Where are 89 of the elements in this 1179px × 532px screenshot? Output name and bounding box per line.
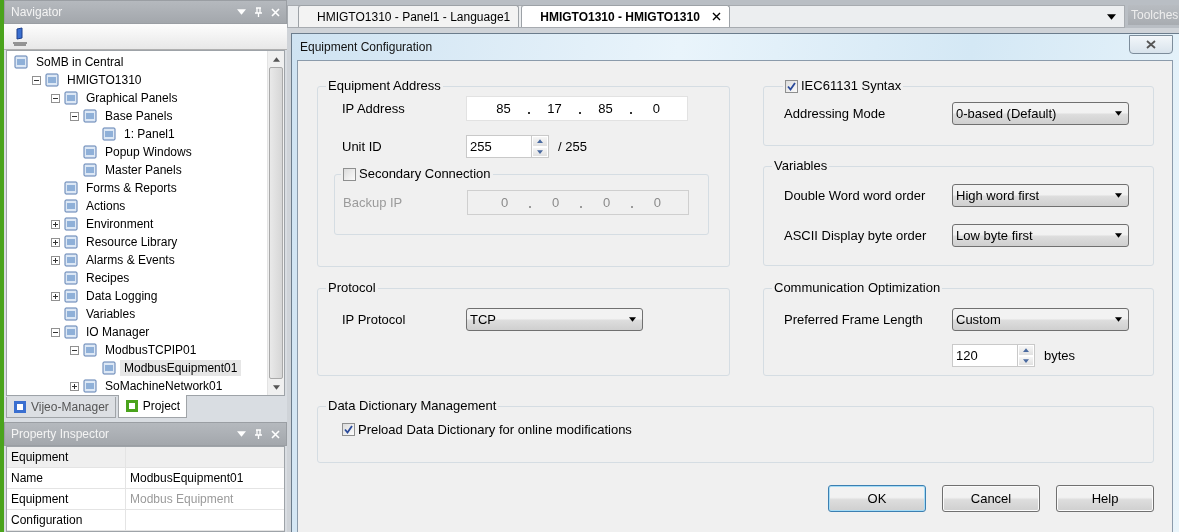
- field-label: IP Protocol: [342, 312, 407, 327]
- tree-item[interactable]: Recipes: [82, 270, 134, 286]
- dropdown[interactable]: High word first: [952, 184, 1129, 207]
- collapse-toggle[interactable]: [51, 327, 60, 337]
- group-title: Protocol: [328, 280, 376, 296]
- category-cell: Equipment: [7, 447, 126, 467]
- tree-item[interactable]: Base Panels: [101, 108, 177, 124]
- tree-item[interactable]: Resource Library: [82, 234, 182, 250]
- tree-item[interactable]: Forms & Reports: [82, 180, 181, 196]
- tree-item[interactable]: Actions: [82, 198, 130, 214]
- tree-item[interactable]: 1: Panel1: [120, 126, 179, 142]
- panel-title: Property Inspector: [11, 427, 110, 441]
- dialog-title: Equipment Configuration: [300, 40, 433, 54]
- group-title: Variables: [774, 158, 828, 174]
- scrollbar[interactable]: [267, 51, 284, 395]
- group-title: Communication Optimization: [774, 280, 941, 296]
- field-suffix: bytes: [1044, 348, 1076, 363]
- tree-item[interactable]: Variables: [82, 306, 140, 322]
- scroll-up-icon: [272, 56, 280, 62]
- checkbox[interactable]: [342, 422, 355, 436]
- panel-tab[interactable]: Project: [117, 395, 188, 418]
- dropdown[interactable]: Custom: [952, 308, 1129, 331]
- spin-field[interactable]: 255: [466, 135, 549, 158]
- dropdown-arrow-icon: [1115, 193, 1122, 198]
- dropdown-arrow-icon: [1115, 233, 1122, 238]
- checkbox[interactable]: [343, 167, 356, 181]
- cube-icon[interactable]: [12, 26, 28, 47]
- tree-item[interactable]: Environment: [82, 216, 158, 232]
- panel-title: Toolches: [1128, 5, 1179, 25]
- dialog-button[interactable]: OK: [828, 485, 926, 512]
- tree-item[interactable]: Popup Windows: [101, 144, 196, 160]
- field-label: Unit ID: [342, 139, 383, 154]
- expand-toggle[interactable]: [51, 291, 60, 301]
- expand-toggle[interactable]: [51, 255, 60, 265]
- checkbox-label[interactable]: Secondary Connection: [359, 166, 491, 182]
- scroll-down-icon: [272, 384, 280, 390]
- dropdown[interactable]: Low byte first: [952, 224, 1129, 247]
- tree-item[interactable]: SoMachineNetwork01: [101, 378, 227, 394]
- spin-down-icon: [537, 149, 543, 154]
- spin-down-icon: [1023, 358, 1029, 363]
- field-label: Preferred Frame Length: [784, 312, 924, 327]
- tree-item[interactable]: Master Panels: [101, 162, 186, 178]
- ip-address-field[interactable]: 85 17 85 0: [466, 96, 688, 121]
- field-label: ASCII Display byte order: [784, 228, 928, 243]
- tree-item[interactable]: Data Logging: [82, 288, 162, 304]
- tree-item[interactable]: ModbusTCPIP01: [101, 342, 201, 358]
- field-label: Addressing Mode: [784, 106, 887, 121]
- spin-field[interactable]: 120: [952, 344, 1035, 367]
- group-title: Equipment Address: [328, 78, 441, 94]
- document-tab[interactable]: HMIGTO1310 - HMIGTO1310: [521, 5, 730, 27]
- collapse-toggle[interactable]: [70, 111, 79, 121]
- field-label: Double Word word order: [784, 188, 927, 203]
- checkbox-label[interactable]: Preload Data Dictionary for online modifications: [358, 421, 632, 437]
- field-suffix: / 255: [558, 139, 587, 154]
- checkbox-label[interactable]: IEC61131 Syntax: [801, 78, 902, 94]
- collapse-toggle[interactable]: [32, 75, 41, 85]
- dropdown[interactable]: 0-based (Default): [952, 102, 1129, 125]
- close-icon[interactable]: [711, 12, 721, 21]
- tree-item[interactable]: SoMB in Central: [32, 54, 128, 70]
- collapse-toggle[interactable]: [70, 345, 79, 355]
- spin-up-icon: [537, 139, 543, 144]
- tab-menu-icon: [1107, 13, 1116, 20]
- collapse-toggle[interactable]: [51, 93, 60, 103]
- expand-toggle[interactable]: [51, 219, 60, 229]
- group-title: Data Dictionary Management: [328, 398, 497, 414]
- window-icon: [13, 400, 27, 414]
- close-button[interactable]: [1129, 34, 1173, 54]
- dialog-button[interactable]: Help: [1056, 485, 1154, 512]
- document-tab[interactable]: HMIGTO1310 - Panel1 - Language1: [298, 5, 520, 27]
- field-label: Backup IP: [343, 195, 404, 210]
- panel-tab[interactable]: Vijeo-Manager: [6, 397, 116, 418]
- expand-toggle[interactable]: [51, 237, 60, 247]
- tree-item[interactable]: ModbusEquipment01: [120, 360, 242, 376]
- tree-item[interactable]: HMIGTO1310: [63, 72, 146, 88]
- dropdown-arrow-icon: [629, 317, 636, 322]
- dropdown[interactable]: TCP: [466, 308, 643, 331]
- spin-up-icon: [1023, 348, 1029, 353]
- tree-item[interactable]: Alarms & Events: [82, 252, 179, 268]
- window-icon: [124, 399, 139, 413]
- field-label: IP Address: [342, 101, 406, 116]
- tree-item[interactable]: IO Manager: [82, 324, 154, 340]
- panel-title: Navigator: [11, 5, 63, 19]
- dialog-button[interactable]: Cancel: [942, 485, 1040, 512]
- dropdown-arrow-icon: [1115, 111, 1122, 116]
- close-icon: [1146, 39, 1156, 49]
- expand-toggle[interactable]: [70, 381, 79, 391]
- tree-item[interactable]: Graphical Panels: [82, 90, 182, 106]
- dropdown-arrow-icon: [1115, 317, 1122, 322]
- checkbox[interactable]: [785, 79, 798, 93]
